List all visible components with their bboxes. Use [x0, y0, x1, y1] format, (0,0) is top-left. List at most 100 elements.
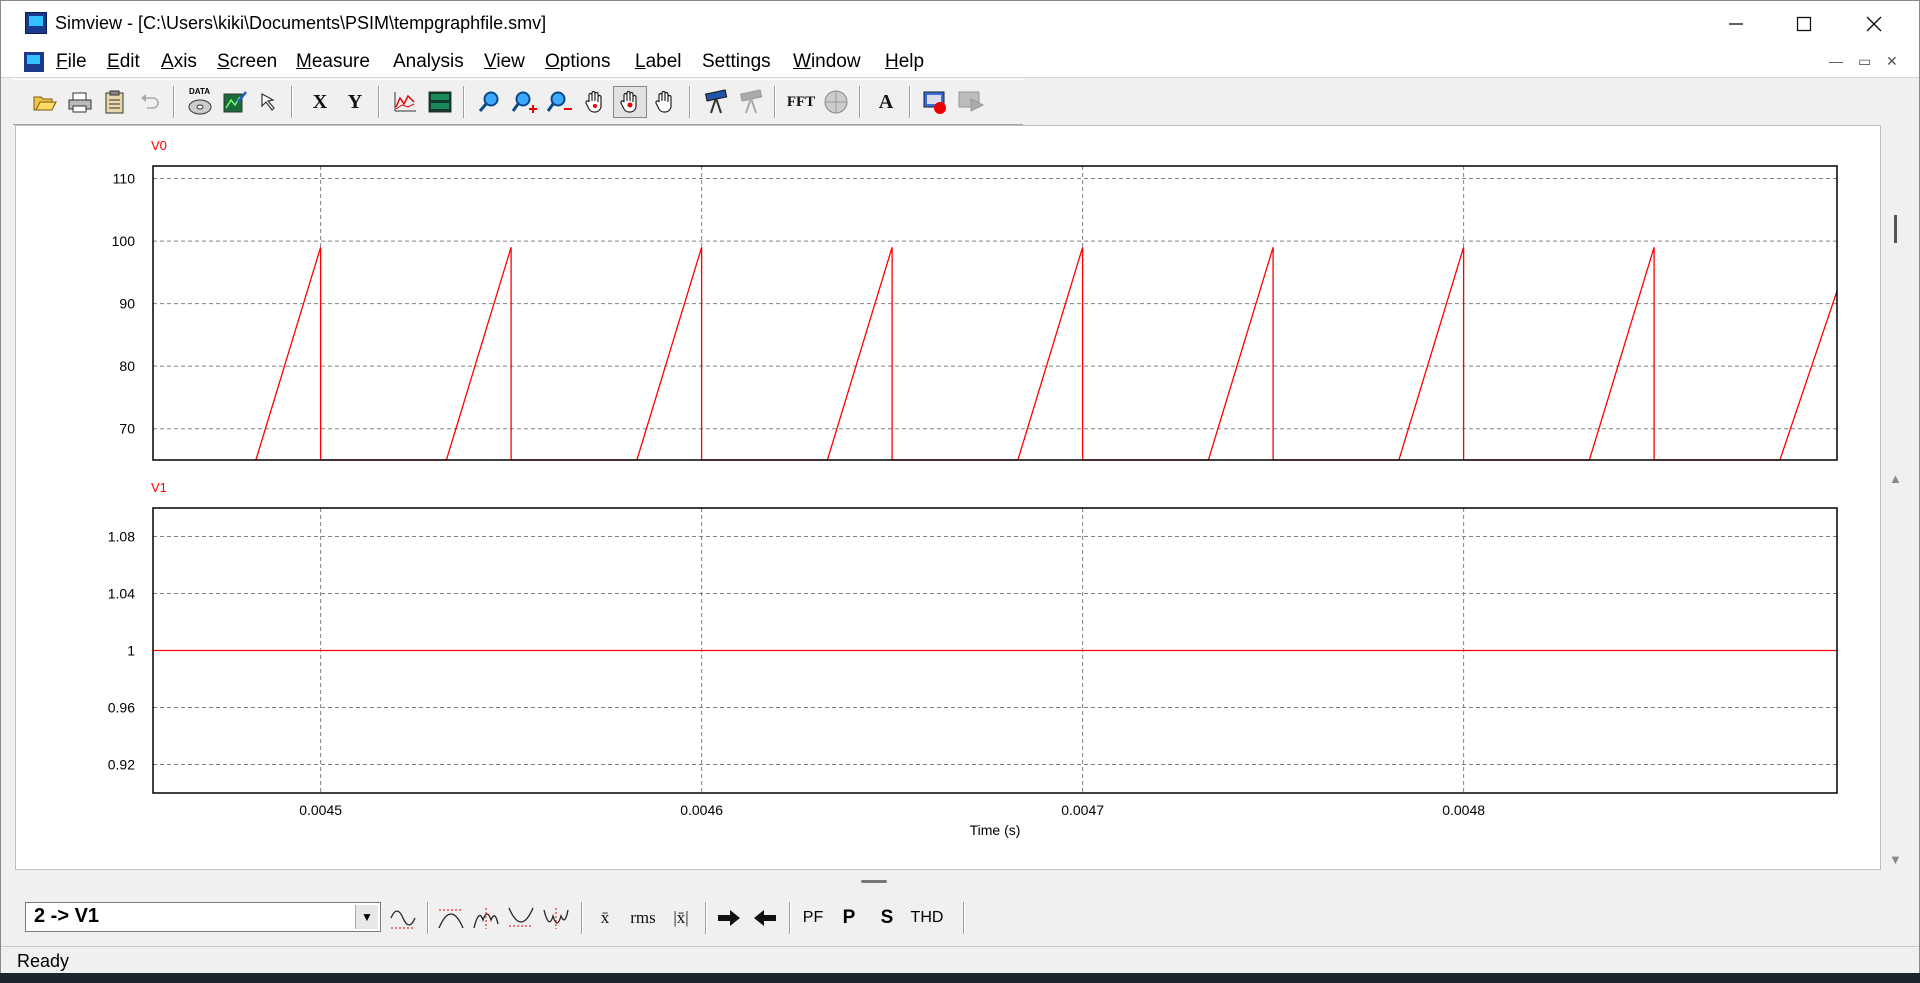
y-tick-label: 70 [119, 421, 135, 437]
zoom-button[interactable] [473, 86, 507, 118]
open-button[interactable] [28, 86, 62, 118]
s-button[interactable]: S [873, 904, 901, 932]
x-tick-label: 0.0045 [299, 802, 342, 818]
scrollbar-thumb[interactable] [1894, 215, 1897, 243]
x-axis-title: Time (s) [970, 822, 1021, 838]
menu-help[interactable]: Help [885, 51, 924, 73]
mean-button[interactable]: x̄ [589, 904, 621, 932]
fft-label: FFT [786, 93, 816, 110]
arrow-right-icon [718, 910, 740, 926]
record-screen-icon [923, 91, 946, 114]
fft-button[interactable]: FFT [784, 86, 818, 118]
menu-analysis[interactable]: Analysis [393, 51, 464, 73]
minimize-button[interactable] [1701, 1, 1771, 47]
next-max-button[interactable] [470, 904, 502, 932]
window-title: Simview - [C:\Users\kiki\Documents\PSIM\… [55, 13, 547, 33]
data-disk-icon: DATA [185, 87, 215, 117]
maximize-button[interactable] [1769, 1, 1839, 47]
menu-options[interactable]: Options [545, 51, 610, 73]
y-tick-label: 100 [112, 233, 136, 249]
x-tick-label: 0.0047 [1061, 802, 1104, 818]
y-tick-label: 1.04 [108, 586, 135, 602]
x-tick-label: 0.0048 [1442, 802, 1485, 818]
y-axis-label: Y [347, 90, 363, 113]
abs-mean-button[interactable]: |x̄| [665, 904, 697, 932]
x-axis-label: X [312, 90, 328, 113]
maximize-icon [1796, 16, 1812, 32]
pointer-icon [261, 92, 275, 111]
sine-wave-icon [390, 910, 416, 929]
fft-grid-button[interactable] [819, 86, 853, 118]
y-axis-button[interactable]: Y [338, 86, 372, 118]
add-curve-button[interactable] [388, 86, 422, 118]
grab-button[interactable] [648, 86, 682, 118]
menu-view[interactable]: View [484, 51, 525, 73]
menu-edit[interactable]: Edit [107, 51, 140, 73]
pan-x-button[interactable] [613, 86, 647, 118]
menu-axis[interactable]: Axis [161, 51, 197, 73]
print-button[interactable] [63, 86, 97, 118]
text-button[interactable]: A [869, 86, 903, 118]
edit-curve-button[interactable] [218, 86, 252, 118]
status-text: Ready [17, 951, 70, 971]
plot-area[interactable]: V0 70 80 90 100 110 V1 0.92 0.96 1 1.04 1.08 0.0045 0… [15, 125, 1881, 870]
splitter-handle[interactable] [861, 880, 887, 883]
menu-window[interactable]: Window [793, 51, 861, 73]
data-button[interactable]: DATA [183, 86, 217, 118]
thd-label: THD [910, 909, 944, 926]
child-close-button[interactable]: ✕ [1886, 53, 1898, 70]
y-tick-label: 1 [127, 643, 135, 659]
scroll-down-arrow[interactable]: ▼ [1889, 852, 1902, 867]
pan-button[interactable] [578, 86, 612, 118]
hand-pointer-icon [620, 90, 637, 113]
min-button[interactable] [505, 904, 537, 932]
undo-button[interactable] [133, 86, 167, 118]
prev-arrow-button[interactable] [749, 904, 781, 932]
menu-measure[interactable]: Measure [296, 51, 370, 73]
pf-button[interactable]: PF [797, 904, 829, 932]
y-tick-label: 80 [119, 358, 135, 374]
record-button[interactable] [919, 86, 953, 118]
menu-label[interactable]: Label [635, 51, 682, 73]
close-button[interactable] [1839, 1, 1909, 47]
s-label: S [880, 907, 894, 928]
pf-label: PF [802, 909, 824, 926]
x-axis-button[interactable]: X [303, 86, 337, 118]
next-arrow-button[interactable] [713, 904, 745, 932]
child-restore-button[interactable]: ▭ [1858, 53, 1871, 70]
abs-mean-label: |x̄| [673, 908, 689, 927]
thd-button[interactable]: THD [907, 904, 947, 932]
cursor-button[interactable] [699, 86, 733, 118]
document-icon[interactable] [24, 52, 44, 72]
menu-screen[interactable]: Screen [217, 51, 277, 73]
screens-icon [428, 91, 452, 113]
close-icon [1866, 16, 1882, 32]
waveform-chart[interactable]: V0 70 80 90 100 110 V1 0.92 0.96 1 1.04 1.08 0.0045 0… [16, 126, 1880, 869]
menu-file[interactable]: File [56, 51, 87, 73]
clipboard-icon [105, 90, 124, 114]
curve-select[interactable]: 2 -> V1 ▼ [25, 902, 381, 932]
zoom-out-icon [547, 91, 572, 112]
text-tool-label: A [878, 90, 894, 113]
chevron-down-icon[interactable]: ▼ [355, 905, 378, 929]
x-tick-label: 0.0046 [680, 802, 723, 818]
p-button[interactable]: P [835, 904, 863, 932]
scroll-up-arrow[interactable]: ▲ [1889, 471, 1902, 486]
plot-frame [152, 165, 1838, 461]
max-button[interactable] [435, 904, 467, 932]
next-min-button[interactable] [540, 904, 572, 932]
zoom-in-button[interactable] [508, 86, 542, 118]
multi-peak-icon [473, 908, 499, 929]
playback-button[interactable] [954, 86, 988, 118]
select-button[interactable] [253, 86, 287, 118]
rms-button[interactable]: rms [625, 904, 661, 932]
add-screen-button[interactable] [423, 86, 457, 118]
mean-label: x̄ [600, 908, 610, 927]
sine-button[interactable] [387, 904, 419, 932]
measure-cursor-button[interactable] [734, 86, 768, 118]
zoom-out-button[interactable] [543, 86, 577, 118]
clipboard-button[interactable] [98, 86, 132, 118]
menu-settings[interactable]: Settings [702, 51, 771, 73]
vertical-scrollbar[interactable]: ▲ ▼ [1881, 125, 1911, 870]
child-minimize-button[interactable]: — [1829, 53, 1843, 69]
